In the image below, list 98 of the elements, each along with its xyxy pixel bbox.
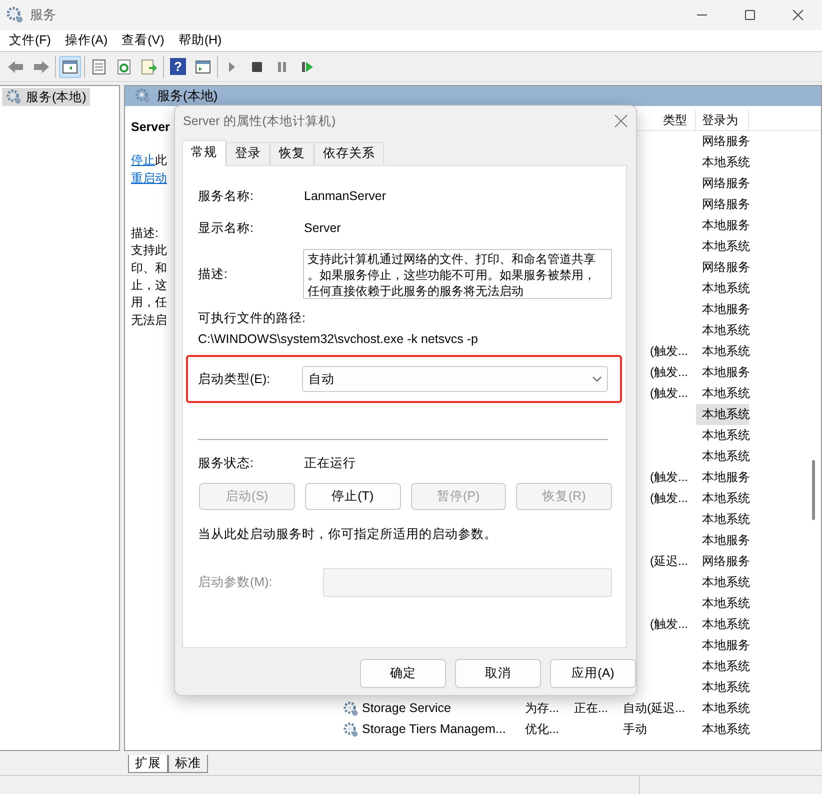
table-cell-text: 网络服务 <box>701 196 749 213</box>
table-cell: 为存... <box>525 701 560 716</box>
view-icon <box>194 58 212 76</box>
field-value: Server <box>304 221 341 236</box>
field-label: 启动类型(E): <box>198 372 272 386</box>
action-link[interactable]: 停止 <box>131 153 155 168</box>
table-cell-text: 本地系统 <box>701 343 749 360</box>
field-label: 显示名称: <box>198 221 254 236</box>
console-tree-icon <box>61 58 79 76</box>
table-cell-text: 本地系统 <box>701 448 749 465</box>
path-value: C:\WINDOWS\system32\svchost.exe -k netsvcs -p <box>198 332 479 347</box>
dialog-tab[interactable]: 常规 <box>182 140 226 166</box>
dialog-button[interactable]: 确定 <box>360 659 446 688</box>
pane-title: 服务(本地) <box>157 88 218 104</box>
table-cell-text: 本地系统 <box>701 322 749 339</box>
service-button[interactable]: 停止(T) <box>304 483 400 510</box>
table-cell-text: 本地系统 <box>701 427 749 444</box>
field-value: LanmanServer <box>304 189 386 204</box>
table-cell-text: 本地服务 <box>701 217 749 234</box>
hint-text: 当从此处启动服务时，你可指定所适用的启动参数。 <box>198 527 498 542</box>
window-title: 服务 <box>30 7 56 23</box>
dialog-tab[interactable]: 登录 <box>226 142 270 165</box>
field-value: 正在运行 <box>304 456 356 471</box>
table-cell-text: (触发... <box>649 364 689 381</box>
startup-type-dropdown[interactable]: 自动 <box>302 366 608 392</box>
maximize-icon[interactable] <box>744 9 756 21</box>
table-cell-text: 本地系统 <box>701 616 749 633</box>
table-cell-text: 本地系统 <box>701 595 749 612</box>
table-cell-text: 本地系统 <box>701 511 749 528</box>
description-box[interactable]: 支持此计算机通过网络的文件、打印、和命名管道共享 。如果服务停止，这些功能不可用。如果服务被禁用， 任何直接依赖于此服务的服务将无法启动 <box>303 249 612 299</box>
gear-icon <box>343 700 359 716</box>
dialog-tab[interactable]: 恢复 <box>270 142 314 165</box>
service-name-cell[interactable]: Storage Service <box>362 701 451 716</box>
close-icon[interactable] <box>792 9 804 21</box>
service-name: Server <box>131 119 170 136</box>
refresh-icon <box>115 58 133 76</box>
table-cell-text: 本地系统 <box>701 280 749 297</box>
table-cell: 优化... <box>525 722 560 736</box>
field-label: 可执行文件的路径: <box>198 311 306 326</box>
table-cell-text: 网络服务 <box>701 133 749 150</box>
menu-item[interactable]: 帮助(H) <box>171 31 229 50</box>
table-cell: 本地系统 <box>696 404 749 425</box>
action-link[interactable]: 重启动 <box>131 170 167 185</box>
table-cell-text: 本地系统 <box>701 721 749 738</box>
dialog-button[interactable]: 取消 <box>455 659 541 688</box>
gear-icon <box>6 89 22 105</box>
table-cell-text: 本地系统 <box>701 490 749 507</box>
table-cell-text: 网络服务 <box>701 553 749 570</box>
menu-item[interactable]: 操作(A) <box>58 31 115 50</box>
table-cell: 正在... <box>574 701 608 716</box>
close-icon[interactable] <box>614 114 628 128</box>
table-cell-text: 本地系统 <box>701 154 749 171</box>
parameters-field[interactable] <box>323 568 612 597</box>
table-cell-text: 网络服务 <box>701 175 749 192</box>
export-icon <box>140 58 158 76</box>
field-label: 服务名称: <box>198 189 254 204</box>
table-cell-text: (触发... <box>649 385 689 402</box>
view-tab[interactable]: 标准 <box>168 755 208 773</box>
table-cell-text: (触发... <box>649 343 689 360</box>
column-header[interactable]: 登录为 <box>696 110 749 130</box>
table-cell-text: 本地系统 <box>701 658 749 675</box>
table-cell-text: 本地系统 <box>701 385 749 402</box>
table-cell-text: 网络服务 <box>701 259 749 276</box>
dialog-tab[interactable]: 依存关系 <box>314 142 384 165</box>
table-cell-text: 本地服务 <box>701 532 749 549</box>
table-cell-text: 本地服务 <box>701 364 749 381</box>
gear-icon <box>135 88 151 104</box>
field-label: 描述: <box>198 266 228 282</box>
table-cell-text: (触发... <box>649 490 689 507</box>
view-tab[interactable]: 扩展 <box>128 755 168 773</box>
gear-icon <box>6 6 24 24</box>
dialog-title: Server 的属性(本地计算机) <box>183 114 336 128</box>
description-text: 支持此 印、和 止，这 用，任 无法启 <box>131 242 167 329</box>
table-cell-text: 本地系统 <box>701 238 749 255</box>
dialog-button[interactable]: 应用(A) <box>550 659 636 688</box>
table-cell-text: (延迟... <box>649 553 689 570</box>
action-text: 停止此 <box>131 152 167 170</box>
menu-item[interactable]: 查看(V) <box>114 31 172 50</box>
table-cell-text: 本地系统 <box>701 700 749 717</box>
scrollbar-thumb[interactable] <box>812 460 815 520</box>
table-cell-text: 手动 <box>622 721 648 738</box>
table-cell-text: 本地系统 <box>701 679 749 696</box>
menu-item[interactable]: 文件(F) <box>2 31 58 50</box>
service-name-cell[interactable]: Storage Tiers Managem... <box>362 722 506 737</box>
gear-icon <box>343 722 359 738</box>
toolbar-button[interactable] <box>59 56 81 78</box>
description-label: 描述: <box>131 224 158 242</box>
chevron-down-icon <box>592 376 602 382</box>
table-cell-text: 本地服务 <box>701 469 749 486</box>
tree-item[interactable]: 服务(本地) <box>2 88 90 106</box>
table-cell-text: 本地服务 <box>701 637 749 654</box>
table-cell-text: (触发... <box>649 616 689 633</box>
table-cell-text: 自动(延迟... <box>622 700 686 717</box>
table-cell-text: 本地系统 <box>701 574 749 591</box>
table-cell-text: 本地服务 <box>701 301 749 318</box>
field-label: 启动参数(M): <box>198 575 274 590</box>
field-label: 服务状态: <box>198 456 254 471</box>
table-cell-text: (触发... <box>649 469 689 486</box>
